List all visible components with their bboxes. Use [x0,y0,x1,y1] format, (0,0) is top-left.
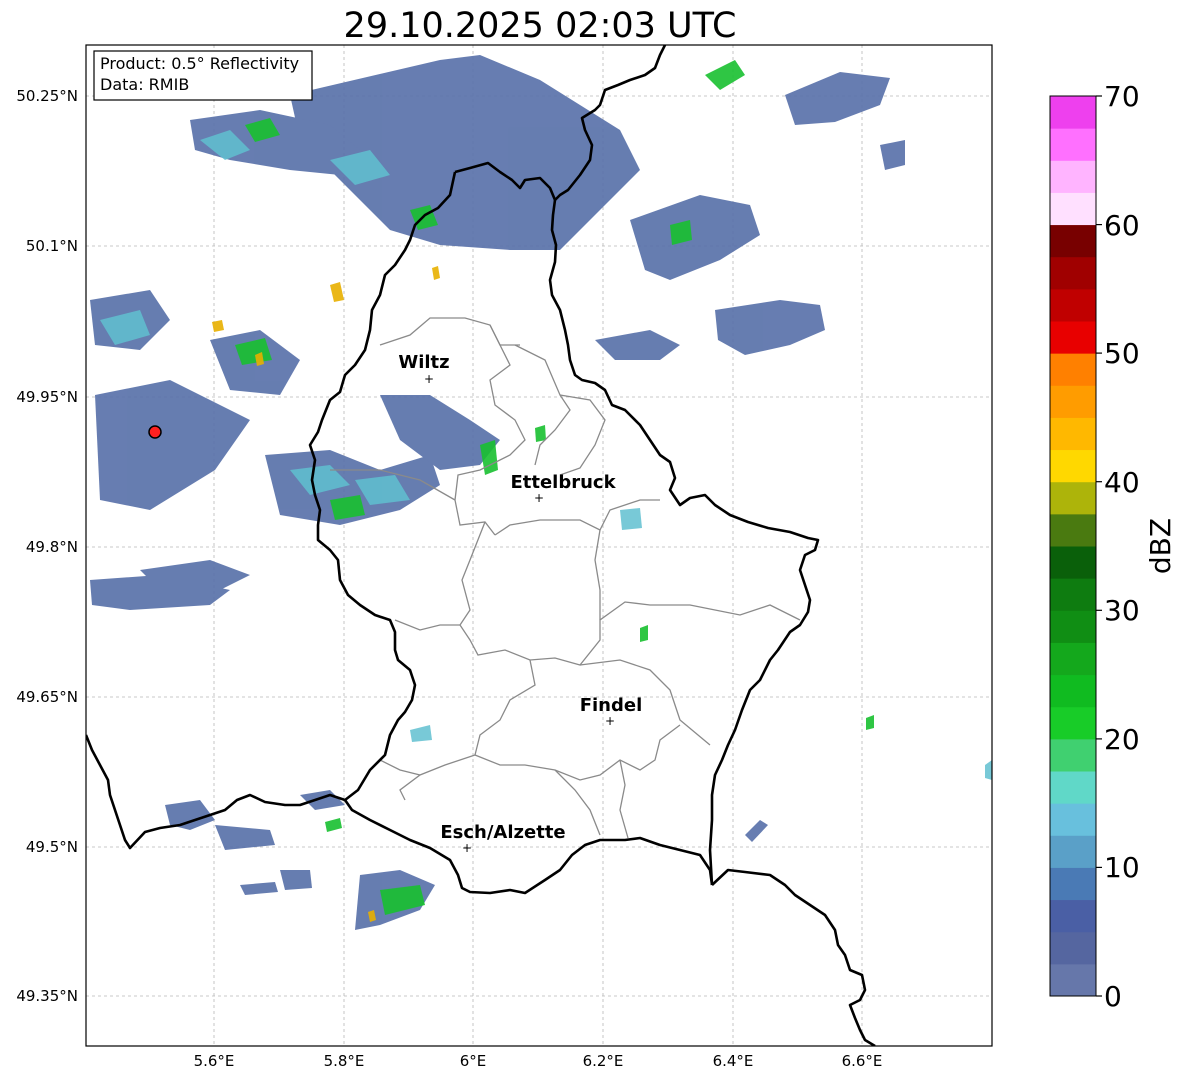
colorbar-swatch [1050,128,1096,161]
colorbar-swatch [1050,578,1096,611]
lat-label: 49.8°N [26,538,78,556]
city-marker-icon: + [424,372,434,386]
lon-label: 5.6°E [194,1052,235,1070]
lat-label: 50.25°N [16,87,78,105]
colorbar-swatch [1050,642,1096,676]
colorbar-swatch [1050,288,1096,322]
colorbar-swatch [1050,224,1096,258]
city-wiltz: Wiltz + [398,352,449,386]
colorbar-tick-labels: 0 10 20 30 40 50 60 70 [1104,80,1140,1013]
colorbar-tick-label: 30 [1104,594,1140,627]
city-marker-icon: + [462,841,472,855]
lat-label: 49.5°N [26,838,78,856]
colorbar-swatch [1050,835,1096,868]
city-marker-icon: + [605,714,615,728]
lon-label: 6.4°E [713,1052,754,1070]
colorbar-swatch [1050,353,1096,386]
lon-label: 5.8°E [324,1052,365,1070]
colorbar-swatch [1050,256,1096,290]
city-label: Esch/Alzette [440,822,565,843]
colorbar-tick-label: 20 [1104,723,1140,756]
colorbar-tick-label: 60 [1104,209,1140,242]
lon-label: 6.2°E [583,1052,624,1070]
lon-labels: 5.6°E 5.8°E 6°E 6.2°E 6.4°E 6.6°E [194,1052,883,1070]
colorbar-swatch [1050,160,1096,193]
colorbar-swatch [1050,803,1096,836]
colorbar-swatch [1050,192,1096,226]
colorbar-swatch [1050,771,1096,804]
lat-label: 49.65°N [16,688,78,706]
city-marker-icon: + [534,491,544,505]
lat-labels: 50.25°N 50.1°N 49.95°N 49.8°N 49.65°N 49… [16,87,78,1005]
colorbar-swatch [1050,867,1096,901]
colorbar-swatch [1050,610,1096,643]
city-label: Wiltz [398,352,449,373]
colorbar-tick-label: 70 [1104,80,1140,113]
city-ettelbruck: Ettelbruck + [510,472,616,505]
city-findel: Findel + [580,695,643,728]
colorbar-swatch [1050,96,1096,129]
radar-map: Wiltz + Ettelbruck + Findel + Esch/Alzet… [16,44,1177,1070]
colorbar-swatch [1050,417,1096,451]
lon-label: 6°E [460,1052,487,1070]
colorbar-swatch [1050,738,1096,772]
colorbar-swatch [1050,513,1096,547]
colorbar-swatch [1050,706,1096,740]
colorbar-swatch [1050,931,1096,965]
colorbar [1050,96,1096,997]
colorbar-tick-label: 50 [1104,337,1140,370]
colorbar-swatch [1050,674,1096,708]
colorbar-swatch [1050,899,1096,933]
lat-label: 49.95°N [16,388,78,406]
colorbar-tick-label: 0 [1104,980,1122,1013]
city-label: Findel [580,695,643,716]
colorbar-unit-label: dBZ [1144,518,1177,574]
colorbar-swatch [1050,963,1096,997]
product-text: Product: 0.5° Reflectivity [100,54,299,73]
lat-label: 49.35°N [16,987,78,1005]
colorbar-ticks [1096,95,1102,997]
lat-label: 50.1°N [26,237,78,255]
source-text: Data: RMIB [100,75,189,94]
colorbar-swatch [1050,546,1096,579]
colorbar-swatch [1050,449,1096,483]
city-esch-alzette: Esch/Alzette + [440,822,565,855]
colorbar-swatch [1050,481,1096,515]
radar-site-marker [148,425,162,439]
colorbar-swatch [1050,385,1096,418]
info-box: Product: 0.5° Reflectivity Data: RMIB [93,50,313,101]
colorbar-tick-label: 40 [1104,466,1140,499]
lon-label: 6.6°E [842,1052,883,1070]
colorbar-swatch [1050,321,1096,354]
colorbar-tick-label: 10 [1104,851,1140,884]
city-label: Ettelbruck [510,472,616,493]
